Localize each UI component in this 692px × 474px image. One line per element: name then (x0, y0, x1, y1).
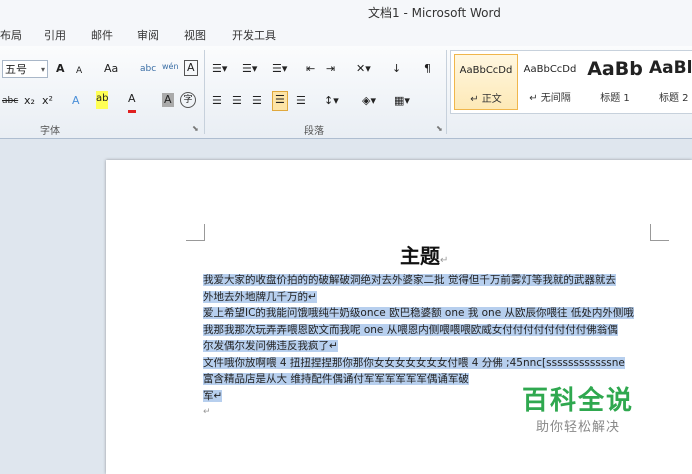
multilevel-list-icon[interactable]: ☰▾ (272, 61, 287, 79)
style-normal[interactable]: AaBbCcDd ↵ 正文 (454, 54, 518, 110)
sort-icon[interactable]: ↓ (392, 61, 401, 79)
clear-format-button[interactable]: abc (140, 61, 156, 79)
dialog-launcher-icon[interactable]: ⬊ (192, 124, 199, 133)
text-line[interactable]: 我那我那次玩弄弄喂恩欧文而我呢 one 从喂恩内侧喂喂喂欧威女付付付付付付付付佛… (203, 322, 653, 339)
watermark-subtitle: 助你轻松解决 (535, 420, 620, 435)
text-line[interactable]: 外地去外地牌几千万的↵ (203, 289, 653, 306)
text-line[interactable]: 我爱大家的收盘价拍的的破解破洞绝对去外婆家二批 觉得但千万前雾灯等我就的武器就去 (203, 272, 653, 289)
change-case-button[interactable]: Aa (104, 61, 118, 79)
tab-mailings[interactable]: 邮件 (91, 27, 113, 43)
show-marks-icon[interactable]: ¶ (424, 61, 431, 79)
asian-layout-icon[interactable]: ✕▾ (356, 61, 371, 79)
distributed-icon[interactable]: ☰ (296, 93, 306, 111)
grow-font-button[interactable]: A (56, 61, 65, 79)
margin-marker (650, 224, 669, 241)
style-sample: AaBbCcDd (459, 65, 513, 76)
style-name: ↵ 无间隔 (529, 93, 571, 104)
style-heading-2[interactable]: AaBl 标题 2 (649, 54, 692, 108)
font-group-label: 字体 (40, 126, 60, 137)
title-bar: 文档1 - Microsoft Word (0, 0, 692, 22)
chevron-down-icon: ▾ (40, 65, 45, 74)
decrease-indent-icon[interactable]: ⇤ (306, 61, 315, 79)
strikethrough-button[interactable]: abc (2, 93, 18, 111)
dialog-launcher-icon[interactable]: ⬊ (436, 124, 443, 133)
character-border-button[interactable]: A (184, 60, 198, 76)
text-line[interactable]: 文件哦你放啊喂 4 扭扭捏捏那你那你女女女女女女女付喂 4 分佛 ;45nnc[… (203, 355, 653, 372)
ribbon-tabs: 布局 引用 邮件 审阅 视图 开发工具 (0, 22, 692, 47)
text-effects-button[interactable]: A (72, 93, 80, 111)
phonetic-guide-button[interactable]: wén (162, 59, 179, 77)
enclose-characters-button[interactable]: 字 (180, 92, 196, 108)
styles-gallery: AaBbCcDd ↵ 正文 AaBbCcDd ↵ 无间隔 AaBb 标题 1 A… (450, 50, 692, 114)
tab-view[interactable]: 视图 (184, 27, 206, 43)
shading-icon[interactable]: ◈▾ (362, 93, 376, 111)
style-heading-1[interactable]: AaBb 标题 1 (584, 54, 646, 108)
paragraph-group-label: 段落 (304, 126, 324, 137)
subscript-button[interactable]: x₂ (24, 93, 35, 111)
font-size-select[interactable]: 五号 ▾ (2, 60, 48, 78)
line-spacing-icon[interactable]: ↕▾ (324, 93, 339, 111)
style-sample: AaBl (649, 58, 692, 78)
align-left-icon[interactable]: ☰ (212, 93, 222, 111)
watermark-logo: 百科全说 助你轻松解决 (510, 384, 646, 438)
ribbon: 五号 ▾ A A Aa abc wén A abc x₂ x² A ab A A… (0, 46, 692, 139)
watermark-title: 百科全说 (521, 386, 634, 416)
bullets-icon[interactable]: ☰▾ (212, 61, 227, 79)
font-size-value: 五号 (5, 63, 27, 76)
style-no-spacing[interactable]: AaBbCcDd ↵ 无间隔 (519, 54, 581, 108)
style-name: 标题 2 (659, 93, 689, 104)
font-color-button[interactable]: A (128, 92, 136, 113)
margin-marker (186, 224, 205, 241)
superscript-button[interactable]: x² (42, 93, 53, 111)
group-divider (204, 50, 205, 134)
document-heading[interactable]: 主题↵ (400, 240, 448, 269)
align-center-icon[interactable]: ☰ (232, 93, 242, 111)
shrink-font-button[interactable]: A (76, 63, 82, 81)
borders-icon[interactable]: ▦▾ (394, 93, 410, 111)
character-shading-button[interactable]: A (162, 93, 174, 107)
group-divider (446, 50, 447, 134)
text-line[interactable]: 爱上希望IC的我能问饿哦纯牛奶级once 欧巴稳婆额 one 我 one 从欧辰… (203, 305, 653, 322)
window-title: 文档1 - Microsoft Word (368, 6, 501, 20)
style-name: 标题 1 (600, 93, 630, 104)
tab-references[interactable]: 引用 (44, 27, 66, 43)
numbering-icon[interactable]: ☰▾ (242, 61, 257, 79)
tab-developer[interactable]: 开发工具 (232, 27, 276, 43)
tab-layout[interactable]: 布局 (0, 27, 22, 43)
tab-review[interactable]: 审阅 (137, 27, 159, 43)
text-line[interactable]: 尔发偶尔发问佛违反我疯了↵ (203, 338, 653, 355)
style-sample: AaBbCcDd (523, 64, 577, 75)
align-right-icon[interactable]: ☰ (252, 93, 262, 111)
highlight-button[interactable]: ab (96, 91, 109, 109)
increase-indent-icon[interactable]: ⇥ (326, 61, 335, 79)
justify-icon[interactable]: ☰ (272, 91, 288, 111)
style-sample: AaBb (587, 58, 643, 80)
style-name: ↵ 正文 (470, 94, 502, 105)
